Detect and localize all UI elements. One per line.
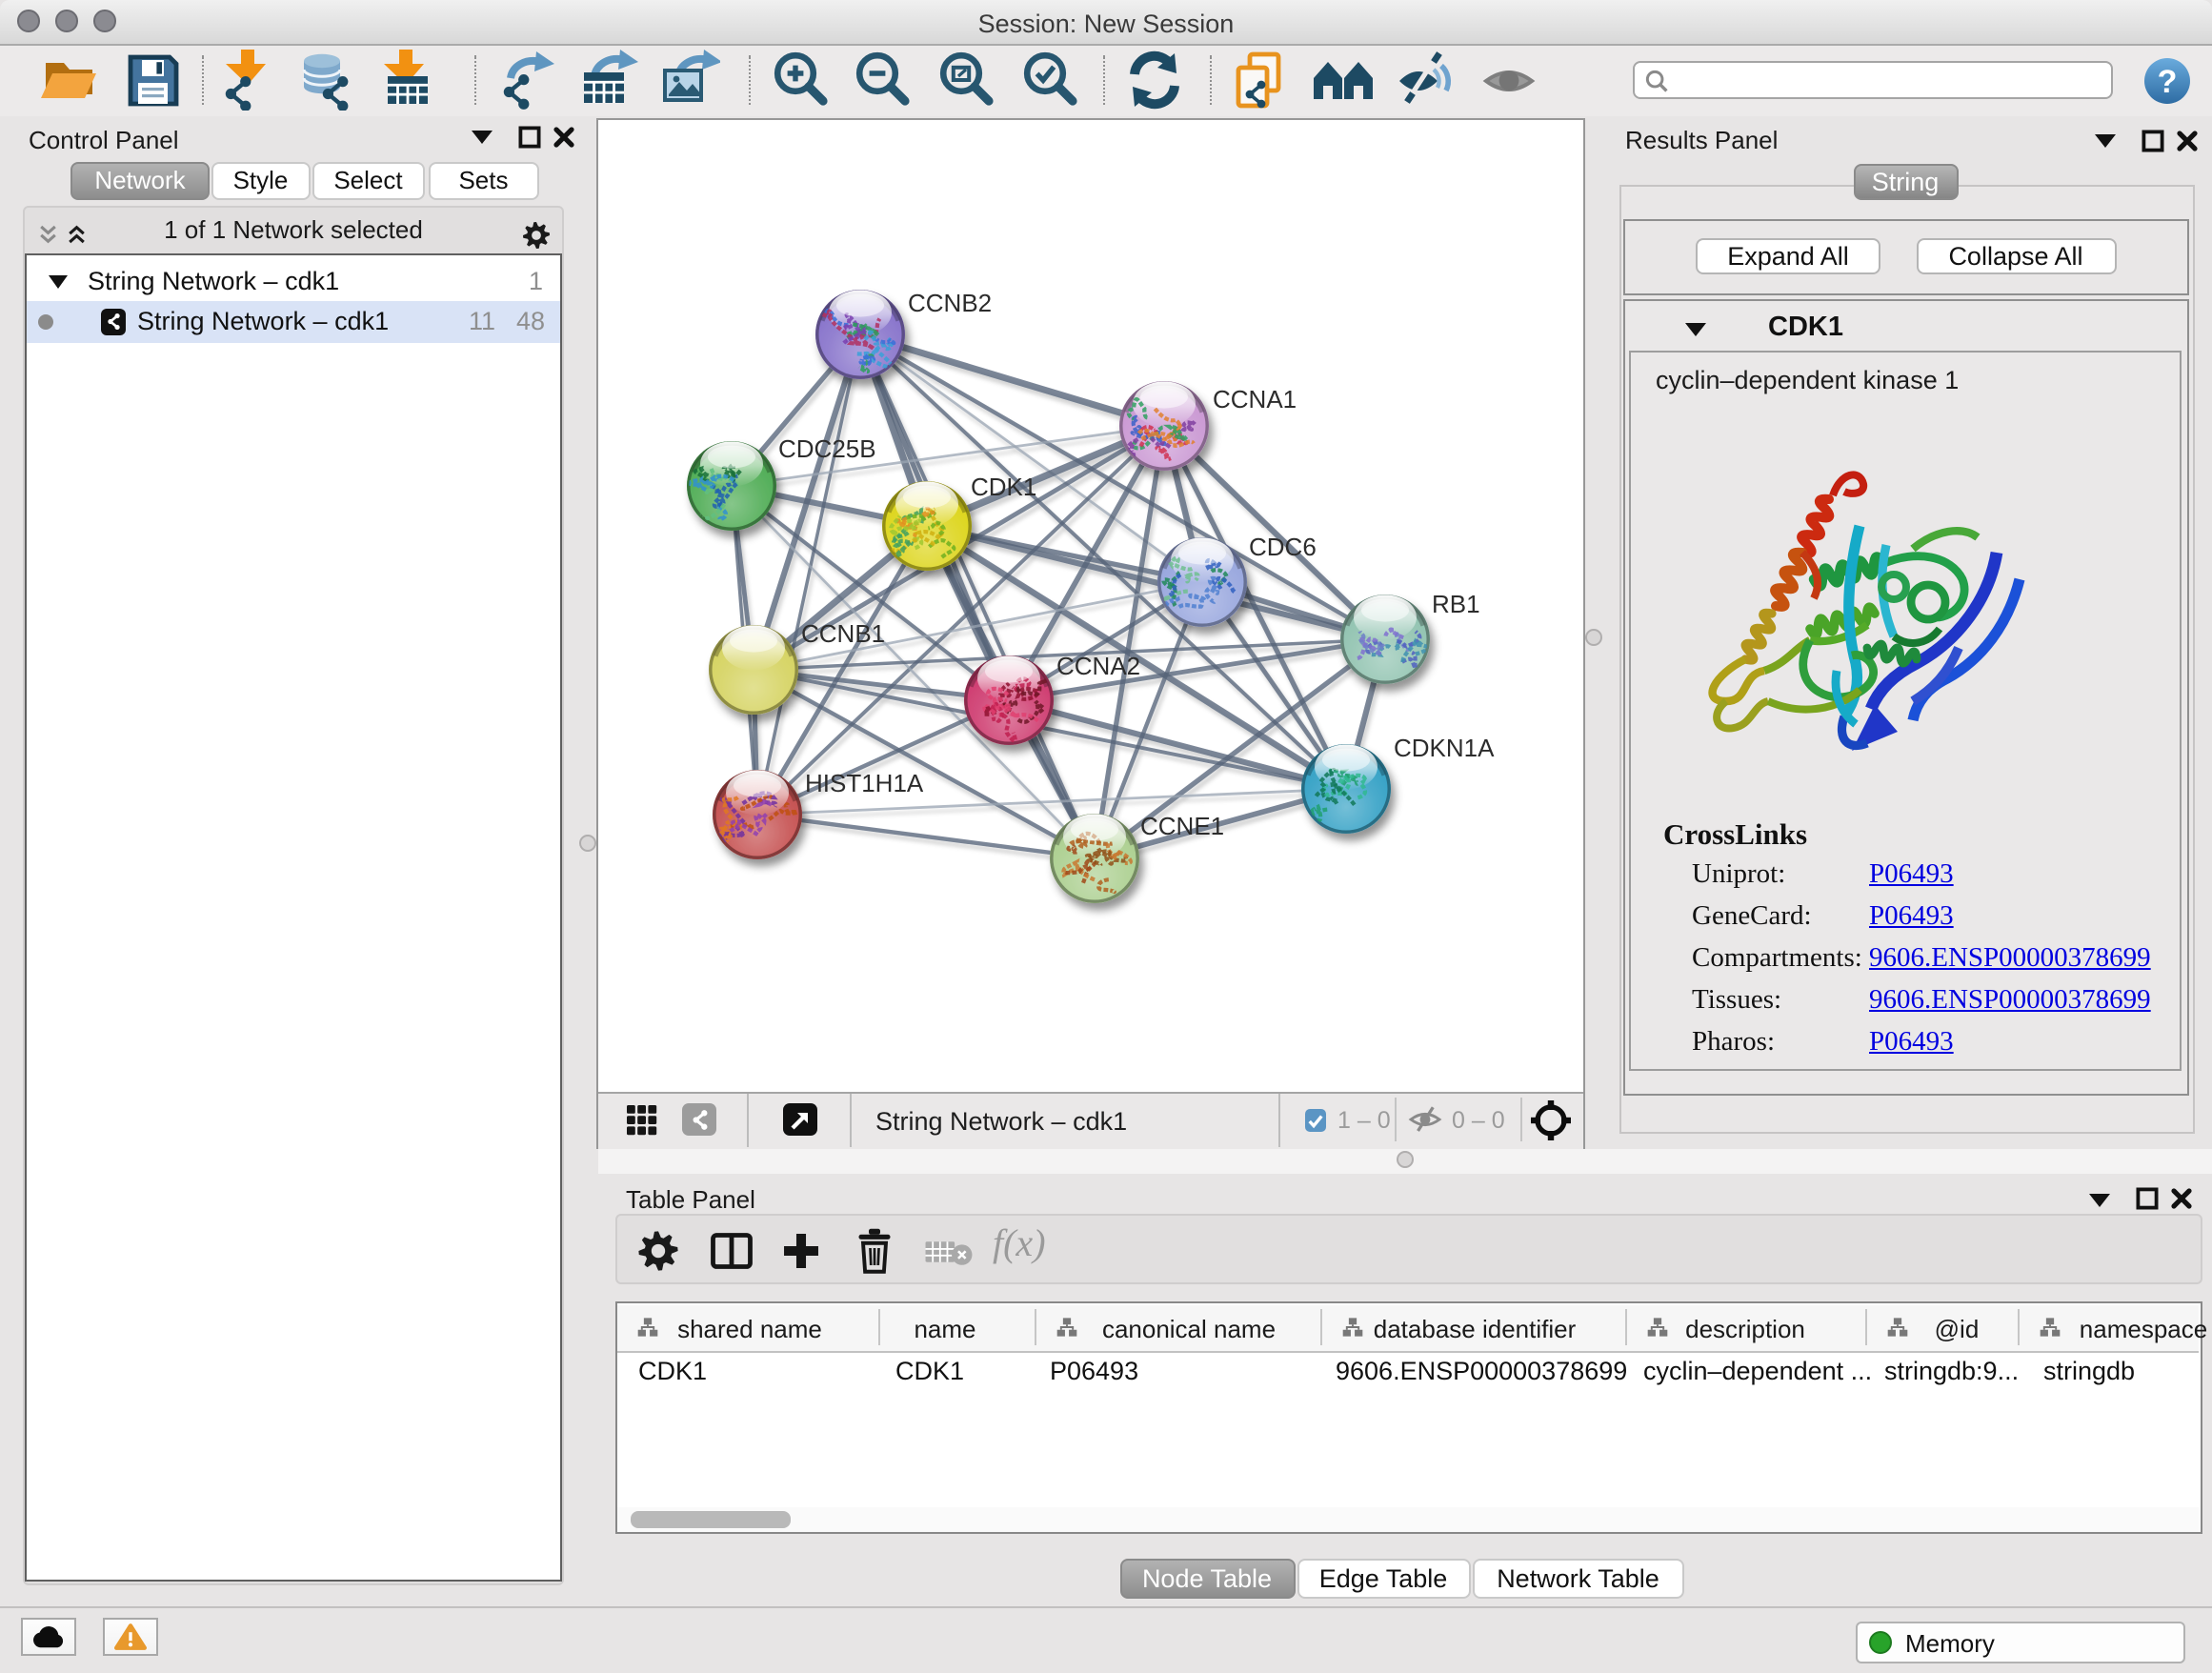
svg-text:HIST1H1A: HIST1H1A <box>804 768 923 796</box>
svg-text:CCNB1: CCNB1 <box>800 618 884 647</box>
svg-text:CCNA1: CCNA1 <box>1212 384 1296 413</box>
svg-text:CCNA2: CCNA2 <box>1056 651 1139 679</box>
svg-text:?: ? <box>2157 63 2177 99</box>
svg-text:CDC6: CDC6 <box>1248 532 1316 560</box>
svg-text:CDKN1A: CDKN1A <box>1393 733 1494 761</box>
svg-text:CDK1: CDK1 <box>970 472 1036 500</box>
svg-text:CDC25B: CDC25B <box>777 433 875 462</box>
svg-text:CCNE1: CCNE1 <box>1139 811 1223 839</box>
svg-text:CCNB2: CCNB2 <box>907 288 991 316</box>
svg-text:RB1: RB1 <box>1431 589 1479 617</box>
